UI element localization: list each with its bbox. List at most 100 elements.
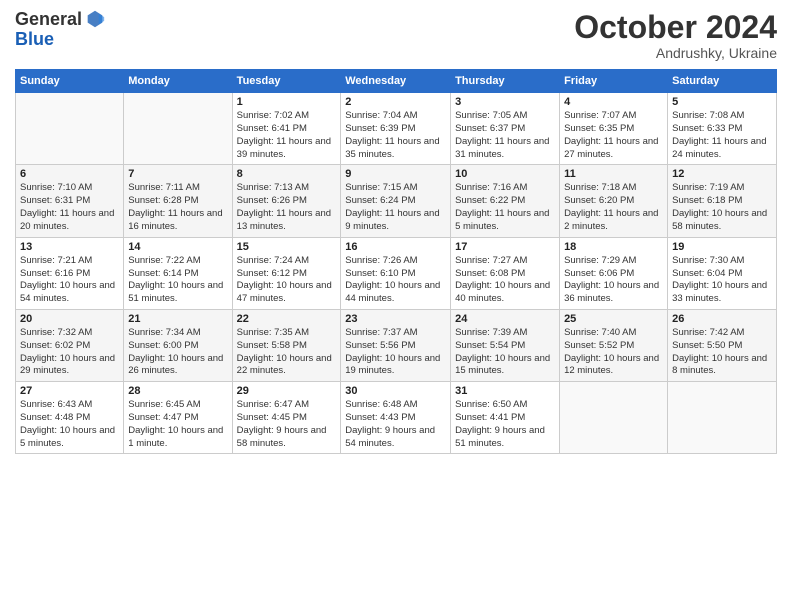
header-wednesday: Wednesday	[341, 70, 451, 93]
calendar-cell: 2Sunrise: 7:04 AMSunset: 6:39 PMDaylight…	[341, 93, 451, 165]
calendar-cell: 5Sunrise: 7:08 AMSunset: 6:33 PMDaylight…	[668, 93, 777, 165]
day-info: Sunrise: 7:21 AMSunset: 6:16 PMDaylight:…	[20, 255, 119, 306]
day-number: 21	[128, 313, 227, 325]
day-number: 6	[20, 168, 119, 180]
day-info: Sunrise: 6:48 AMSunset: 4:43 PMDaylight:…	[345, 399, 446, 450]
day-info: Sunrise: 7:40 AMSunset: 5:52 PMDaylight:…	[564, 327, 663, 378]
calendar-cell: 23 Sunrise: 7:37 AMSunset: 5:56 PMDayligh…	[341, 309, 451, 381]
header-friday: Friday	[560, 70, 668, 93]
day-number: 26	[672, 313, 772, 325]
day-info: Sunrise: 7:18 AMSunset: 6:20 PMDaylight:…	[564, 182, 663, 233]
day-info: Sunrise: 7:19 AMSunset: 6:18 PMDaylight:…	[672, 182, 772, 233]
calendar-cell: 10 Sunrise: 7:16 AMSunset: 6:22 PMDayligh…	[451, 165, 560, 237]
calendar-cell: 16 Sunrise: 7:26 AMSunset: 6:10 PMDayligh…	[341, 237, 451, 309]
day-number: 31	[455, 385, 555, 397]
month-title: October 2024	[574, 10, 777, 45]
calendar-cell: 24 Sunrise: 7:39 AMSunset: 5:54 PMDayligh…	[451, 309, 560, 381]
calendar-cell: 11Sunrise: 7:18 AMSunset: 6:20 PMDayligh…	[560, 165, 668, 237]
header-saturday: Saturday	[668, 70, 777, 93]
day-number: 1	[237, 96, 337, 108]
calendar-cell: 22 Sunrise: 7:35 AMSunset: 5:58 PMDayligh…	[232, 309, 341, 381]
title-block: October 2024 Andrushky, Ukraine	[574, 10, 777, 61]
day-info: Sunrise: 7:35 AMSunset: 5:58 PMDaylight:…	[237, 327, 337, 378]
day-number: 14	[128, 241, 227, 253]
header-tuesday: Tuesday	[232, 70, 341, 93]
calendar-cell: 7 Sunrise: 7:11 AMSunset: 6:28 PMDaylight…	[124, 165, 232, 237]
day-info: Sunrise: 6:50 AMSunset: 4:41 PMDaylight:…	[455, 399, 555, 450]
calendar-cell: 6 Sunrise: 7:10 AMSunset: 6:31 PMDaylight…	[16, 165, 124, 237]
logo-blue-text: Blue	[15, 29, 54, 49]
day-info: Sunrise: 7:13 AMSunset: 6:26 PMDaylight:…	[237, 182, 337, 233]
calendar-cell: 25 Sunrise: 7:40 AMSunset: 5:52 PMDayligh…	[560, 309, 668, 381]
day-info: Sunrise: 7:24 AMSunset: 6:12 PMDaylight:…	[237, 255, 337, 306]
day-info: Sunrise: 7:34 AMSunset: 6:00 PMDaylight:…	[128, 327, 227, 378]
day-number: 15	[237, 241, 337, 253]
calendar-cell: 21 Sunrise: 7:34 AMSunset: 6:00 PMDayligh…	[124, 309, 232, 381]
day-number: 8	[237, 168, 337, 180]
day-number: 24	[455, 313, 555, 325]
day-number: 7	[128, 168, 227, 180]
calendar-cell: 17Sunrise: 7:27 AMSunset: 6:08 PMDayligh…	[451, 237, 560, 309]
day-number: 25	[564, 313, 663, 325]
day-info: Sunrise: 7:02 AMSunset: 6:41 PMDaylight:…	[237, 110, 337, 161]
calendar-week-3: 13Sunrise: 7:21 AMSunset: 6:16 PMDayligh…	[16, 237, 777, 309]
day-number: 10	[455, 168, 555, 180]
header-monday: Monday	[124, 70, 232, 93]
day-number: 23	[345, 313, 446, 325]
day-info: Sunrise: 7:37 AMSunset: 5:56 PMDaylight:…	[345, 327, 446, 378]
day-info: Sunrise: 7:10 AMSunset: 6:31 PMDaylight:…	[20, 182, 119, 233]
calendar-cell	[16, 93, 124, 165]
calendar-cell: 4 Sunrise: 7:07 AMSunset: 6:35 PMDaylight…	[560, 93, 668, 165]
day-info: Sunrise: 7:16 AMSunset: 6:22 PMDaylight:…	[455, 182, 555, 233]
calendar-cell: 8 Sunrise: 7:13 AMSunset: 6:26 PMDaylight…	[232, 165, 341, 237]
calendar-cell: 14 Sunrise: 7:22 AMSunset: 6:14 PMDayligh…	[124, 237, 232, 309]
header: General Blue October 2024 Andrushky, Ukr…	[15, 10, 777, 61]
calendar-cell	[668, 382, 777, 454]
day-info: Sunrise: 6:43 AMSunset: 4:48 PMDaylight:…	[20, 399, 119, 450]
day-info: Sunrise: 7:22 AMSunset: 6:14 PMDaylight:…	[128, 255, 227, 306]
day-number: 19	[672, 241, 772, 253]
day-info: Sunrise: 7:07 AMSunset: 6:35 PMDaylight:…	[564, 110, 663, 161]
day-info: Sunrise: 7:29 AMSunset: 6:06 PMDaylight:…	[564, 255, 663, 306]
day-info: Sunrise: 6:45 AMSunset: 4:47 PMDaylight:…	[128, 399, 227, 450]
calendar-cell: 3 Sunrise: 7:05 AMSunset: 6:37 PMDaylight…	[451, 93, 560, 165]
day-info: Sunrise: 7:15 AMSunset: 6:24 PMDaylight:…	[345, 182, 446, 233]
calendar-cell: 1 Sunrise: 7:02 AMSunset: 6:41 PMDaylight…	[232, 93, 341, 165]
day-number: 30	[345, 385, 446, 397]
day-info: Sunrise: 7:11 AMSunset: 6:28 PMDaylight:…	[128, 182, 227, 233]
calendar-table: Sunday Monday Tuesday Wednesday Thursday…	[15, 69, 777, 454]
calendar-cell: 26 Sunrise: 7:42 AMSunset: 5:50 PMDayligh…	[668, 309, 777, 381]
day-info: Sunrise: 6:47 AMSunset: 4:45 PMDaylight:…	[237, 399, 337, 450]
day-info: Sunrise: 7:42 AMSunset: 5:50 PMDaylight:…	[672, 327, 772, 378]
day-number: 4	[564, 96, 663, 108]
day-number: 5	[672, 96, 772, 108]
calendar-cell: 9 Sunrise: 7:15 AMSunset: 6:24 PMDaylight…	[341, 165, 451, 237]
calendar-week-4: 20Sunrise: 7:32 AMSunset: 6:02 PMDayligh…	[16, 309, 777, 381]
calendar-cell: 12Sunrise: 7:19 AMSunset: 6:18 PMDayligh…	[668, 165, 777, 237]
day-number: 22	[237, 313, 337, 325]
calendar-week-1: 1 Sunrise: 7:02 AMSunset: 6:41 PMDaylight…	[16, 93, 777, 165]
day-number: 9	[345, 168, 446, 180]
calendar-cell	[124, 93, 232, 165]
logo-general-text: General	[15, 10, 82, 30]
logo: General Blue	[15, 10, 106, 50]
calendar-week-5: 27Sunrise: 6:43 AMSunset: 4:48 PMDayligh…	[16, 382, 777, 454]
calendar-cell: 20Sunrise: 7:32 AMSunset: 6:02 PMDayligh…	[16, 309, 124, 381]
day-info: Sunrise: 7:26 AMSunset: 6:10 PMDaylight:…	[345, 255, 446, 306]
logo-icon	[84, 8, 106, 30]
day-number: 3	[455, 96, 555, 108]
calendar-cell: 29Sunrise: 6:47 AMSunset: 4:45 PMDayligh…	[232, 382, 341, 454]
day-number: 2	[345, 96, 446, 108]
page: General Blue October 2024 Andrushky, Ukr…	[0, 0, 792, 612]
day-info: Sunrise: 7:30 AMSunset: 6:04 PMDaylight:…	[672, 255, 772, 306]
calendar-cell: 13Sunrise: 7:21 AMSunset: 6:16 PMDayligh…	[16, 237, 124, 309]
calendar-cell: 31 Sunrise: 6:50 AMSunset: 4:41 PMDayligh…	[451, 382, 560, 454]
day-number: 16	[345, 241, 446, 253]
calendar-cell: 19 Sunrise: 7:30 AMSunset: 6:04 PMDayligh…	[668, 237, 777, 309]
day-info: Sunrise: 7:05 AMSunset: 6:37 PMDaylight:…	[455, 110, 555, 161]
header-sunday: Sunday	[16, 70, 124, 93]
day-info: Sunrise: 7:39 AMSunset: 5:54 PMDaylight:…	[455, 327, 555, 378]
header-thursday: Thursday	[451, 70, 560, 93]
day-info: Sunrise: 7:32 AMSunset: 6:02 PMDaylight:…	[20, 327, 119, 378]
calendar-week-2: 6 Sunrise: 7:10 AMSunset: 6:31 PMDaylight…	[16, 165, 777, 237]
